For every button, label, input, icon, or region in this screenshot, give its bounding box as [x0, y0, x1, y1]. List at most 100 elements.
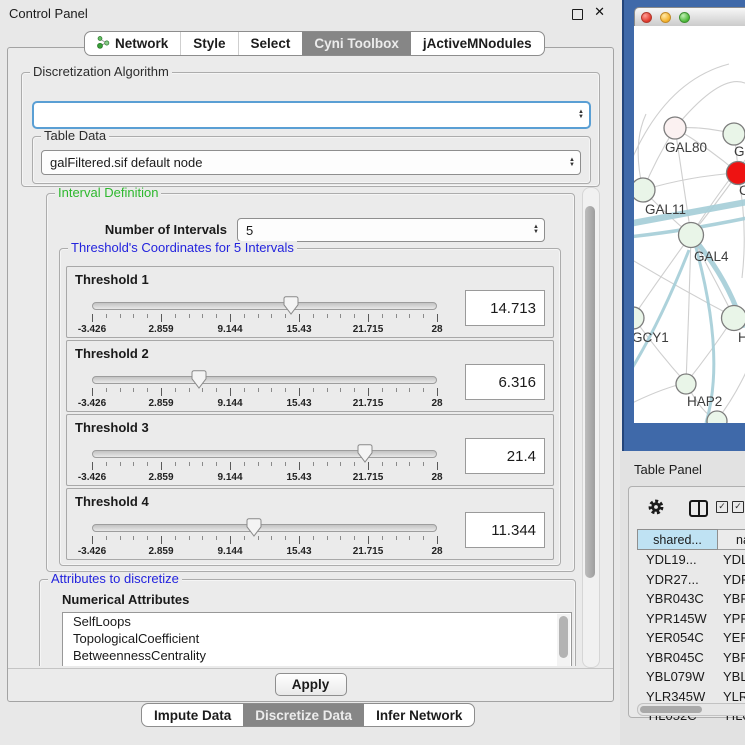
- numerical-attributes-label: Numerical Attributes: [62, 592, 189, 607]
- table-data-group: Table Data galFiltered.sif default node …: [32, 136, 591, 184]
- table-row[interactable]: YBR043CYBR0: [637, 589, 745, 609]
- network-icon: [97, 35, 110, 52]
- network-node-hap2[interactable]: [676, 374, 696, 394]
- gear-icon[interactable]: [647, 498, 665, 521]
- combo-arrows-icon: ▲▼: [569, 158, 575, 168]
- threshold-value-field[interactable]: 6.316: [465, 364, 545, 400]
- network-node-gal80[interactable]: [664, 117, 686, 139]
- table-row[interactable]: YDL19...YDL1: [637, 550, 745, 570]
- table-panel-card: ✓ ✓ shared... na YDL19...YDL1YDR27...YDR…: [628, 486, 745, 718]
- close-icon[interactable]: ✕: [594, 4, 605, 20]
- tab-infer-network[interactable]: Infer Network: [364, 704, 474, 726]
- slider-ticks: [92, 314, 437, 323]
- apply-row: Apply: [8, 668, 613, 701]
- combo-value: galFiltered.sif default node: [50, 155, 202, 170]
- table-data-combobox[interactable]: galFiltered.sif default node ▲▼: [41, 150, 581, 175]
- table-row[interactable]: YBL079WYBL0: [637, 667, 745, 687]
- minimize-traffic-light[interactable]: [660, 12, 671, 23]
- scrollbar-thumb[interactable]: [585, 206, 595, 578]
- settings-scrollbar[interactable]: [582, 187, 600, 668]
- network-node-selected-red[interactable]: [727, 162, 745, 185]
- tab-impute-data[interactable]: Impute Data: [142, 704, 243, 726]
- discretization-algorithm-group: Discretization Algorithm ▲▼ Table Data g…: [21, 72, 600, 187]
- table-row[interactable]: YBR045CYBR0: [637, 648, 745, 668]
- threshold-panel: Threshold 3 -3.4262.8599.14415.4321.7152…: [66, 414, 554, 486]
- algorithm-combobox[interactable]: ▲▼: [32, 101, 591, 129]
- checkbox-icon[interactable]: ✓: [732, 501, 744, 513]
- number-of-intervals-label: Number of Intervals: [77, 222, 227, 237]
- node-label: GCY1: [634, 330, 669, 345]
- threshold-slider[interactable]: -3.4262.8599.14415.4321.71528: [92, 297, 437, 333]
- attribute-item[interactable]: SelfLoops: [63, 613, 571, 630]
- zoom-traffic-light[interactable]: [679, 12, 690, 23]
- table-header: shared... na: [637, 529, 745, 550]
- threshold-value-field[interactable]: 21.4: [465, 438, 545, 474]
- slider-track[interactable]: [92, 376, 437, 384]
- threshold-slider[interactable]: -3.4262.8599.14415.4321.71528: [92, 519, 437, 555]
- control-panel: Control Panel ✕ Network Style Select Cyn…: [0, 0, 620, 745]
- group-title: Table Data: [41, 129, 109, 143]
- attribute-item[interactable]: BetweennessCentrality: [63, 647, 571, 664]
- threshold-slider[interactable]: -3.4262.8599.14415.4321.71528: [92, 445, 437, 481]
- slider-thumb[interactable]: [247, 518, 262, 537]
- column-header-name[interactable]: na: [718, 529, 745, 550]
- table-row[interactable]: YDR27...YDR2: [637, 570, 745, 590]
- tab-label: Network: [115, 36, 168, 51]
- table-hscrollbar[interactable]: [637, 703, 745, 716]
- float-window-icon[interactable]: [572, 9, 583, 20]
- table-body: YDL19...YDL1YDR27...YDR2YBR043CYBR0YPR14…: [637, 550, 745, 726]
- column-header-shared-name[interactable]: shared...: [637, 529, 718, 550]
- bottom-tab-bar: Impute Data Discretize Data Infer Networ…: [141, 703, 475, 727]
- tab-style[interactable]: Style: [180, 32, 237, 55]
- tab-select[interactable]: Select: [238, 32, 303, 55]
- network-node[interactable]: [723, 123, 745, 145]
- threshold-value-field[interactable]: 11.344: [465, 512, 545, 548]
- network-node-gcy1[interactable]: [634, 307, 644, 329]
- threshold-value-field[interactable]: 14.713: [465, 290, 545, 326]
- combo-arrows-icon: ▲▼: [578, 110, 584, 120]
- tab-label: Discretize Data: [255, 708, 352, 723]
- node-label: GAL80: [665, 140, 707, 155]
- tab-jactivemnodules[interactable]: jActiveMNodules: [411, 32, 544, 55]
- network-window-titlebar[interactable]: [634, 7, 745, 28]
- scrollbar-thumb[interactable]: [640, 706, 702, 713]
- slider-tick-labels: -3.4262.8599.14415.4321.71528: [92, 324, 437, 335]
- numerical-attributes-list[interactable]: SelfLoopsTopologicalCoefficientBetweenne…: [62, 612, 572, 666]
- checkbox-icon[interactable]: ✓: [716, 501, 728, 513]
- slider-track[interactable]: [92, 450, 437, 458]
- tab-network[interactable]: Network: [85, 32, 180, 55]
- interval-definition-group: Interval Definition Number of Intervals …: [46, 193, 575, 572]
- network-node-gal4[interactable]: [679, 223, 704, 248]
- table-row[interactable]: YPR145WYPR1: [637, 609, 745, 629]
- attributes-to-discretize-group: Attributes to discretize Numerical Attri…: [39, 579, 576, 666]
- slider-ticks: [92, 536, 437, 545]
- slider-ticks: [92, 462, 437, 471]
- network-node-gal11[interactable]: [634, 178, 655, 202]
- columns-icon[interactable]: [689, 500, 708, 517]
- slider-tick-labels: -3.4262.8599.14415.4321.71528: [92, 546, 437, 557]
- combo-arrows-icon: ▲▼: [533, 225, 539, 235]
- network-node[interactable]: [722, 306, 745, 331]
- attribute-item[interactable]: TopologicalCoefficient: [63, 630, 571, 647]
- network-canvas[interactable]: GAL80 G. C GAL11 GAL4 GCY1 H HAP2: [634, 26, 745, 423]
- slider-thumb[interactable]: [357, 444, 372, 463]
- list-scrollbar[interactable]: [557, 614, 570, 666]
- threshold-slider[interactable]: -3.4262.8599.14415.4321.71528: [92, 371, 437, 407]
- tab-label: Cyni Toolbox: [314, 36, 399, 51]
- node-label: C: [739, 183, 745, 198]
- slider-track[interactable]: [92, 302, 437, 310]
- scrollbar-thumb[interactable]: [559, 616, 568, 658]
- slider-tick-labels: -3.4262.8599.14415.4321.71528: [92, 472, 437, 483]
- tab-cyni-toolbox[interactable]: Cyni Toolbox: [302, 32, 411, 55]
- table-row[interactable]: YER054CYER0: [637, 628, 745, 648]
- number-of-intervals-combobox[interactable]: 5 ▲▼: [237, 218, 545, 242]
- slider-thumb[interactable]: [284, 296, 299, 315]
- apply-button[interactable]: Apply: [275, 673, 347, 696]
- slider-track[interactable]: [92, 524, 437, 532]
- threshold-label: Threshold 4: [75, 494, 149, 509]
- close-traffic-light[interactable]: [641, 12, 652, 23]
- slider-tick-labels: -3.4262.8599.14415.4321.71528: [92, 398, 437, 409]
- tab-label: jActiveMNodules: [423, 36, 532, 51]
- tab-discretize-data[interactable]: Discretize Data: [243, 704, 364, 726]
- slider-thumb[interactable]: [191, 370, 206, 389]
